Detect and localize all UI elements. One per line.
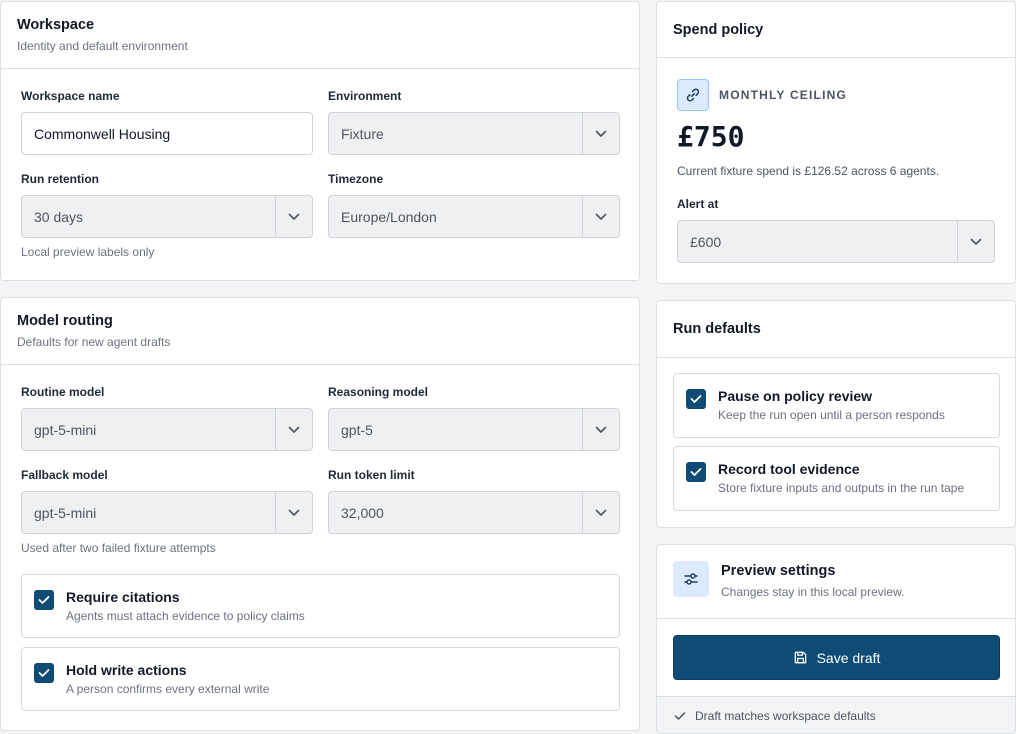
workspace-card-header: Workspace Identity and default environme… [1,2,639,69]
model-routing-subtitle: Defaults for new agent drafts [17,335,171,349]
save-draft-label: Save draft [816,649,881,666]
run-token-limit-select[interactable]: 32,000 [328,491,620,534]
pause-on-policy-review-checkbox[interactable] [686,389,706,409]
chevron-down-icon [958,221,994,262]
sliders-icon [673,561,709,597]
chevron-down-icon [583,492,619,533]
require-citations-desc: Agents must attach evidence to policy cl… [66,609,305,623]
fallback-model-label: Fallback model [21,468,108,482]
workspace-name-value: Commonwell Housing [34,126,171,142]
link-icon [677,79,709,111]
fallback-model-value: gpt-5-mini [34,505,97,521]
hold-write-actions-checkbox[interactable] [34,663,54,683]
hold-write-actions-option[interactable]: Hold write actions A person confirms eve… [21,647,620,711]
preview-settings-card: Preview settings Changes stay in this lo… [656,544,1016,734]
record-tool-evidence-option[interactable]: Record tool evidence Store fixture input… [673,446,1000,511]
run-retention-select[interactable]: 30 days [21,195,313,238]
workspace-card: Workspace Identity and default environme… [0,1,640,281]
reasoning-model-label: Reasoning model [328,385,429,399]
check-icon [674,712,686,720]
spend-policy-card: Spend policy MONTHLY CEILING £750 Curren… [656,1,1016,284]
run-defaults-title: Run defaults [673,321,761,337]
alert-at-select[interactable]: £600 [677,220,995,263]
run-token-limit-value: 32,000 [341,505,384,521]
require-citations-checkbox[interactable] [34,590,54,610]
check-icon [690,468,702,476]
timezone-value: Europe/London [341,209,437,225]
monthly-ceiling-amount: £750 [677,120,745,153]
preview-settings-subtitle: Changes stay in this local preview. [721,585,905,599]
check-icon [38,669,50,677]
workspace-name-input[interactable]: Commonwell Housing [21,112,313,155]
check-icon [38,596,50,604]
environment-label: Environment [328,89,402,103]
model-routing-hint: Used after two failed fixture attempts [21,541,216,555]
record-tool-evidence-desc: Store fixture inputs and outputs in the … [718,481,965,495]
spend-policy-title: Spend policy [673,22,764,38]
workspace-hint: Local preview labels only [21,245,155,259]
workspace-name-label: Workspace name [21,89,120,103]
model-routing-card: Model routing Defaults for new agent dra… [0,297,640,731]
preview-status-bar: Draft matches workspace defaults [657,696,1015,733]
spend-note: Current fixture spend is £126.52 across … [677,164,940,178]
chevron-down-icon [583,196,619,237]
reasoning-model-select[interactable]: gpt-5 [328,408,620,451]
alert-at-label: Alert at [677,197,719,211]
environment-value: Fixture [341,126,384,142]
pause-on-policy-review-title: Pause on policy review [718,388,873,404]
workspace-subtitle: Identity and default environment [17,39,188,53]
require-citations-title: Require citations [66,589,180,605]
check-icon [690,395,702,403]
chevron-down-icon [276,409,312,450]
hold-write-actions-desc: A person confirms every external write [66,682,270,696]
save-draft-button[interactable]: Save draft [673,635,1000,680]
model-routing-title: Model routing [17,313,113,329]
reasoning-model-value: gpt-5 [341,422,373,438]
timezone-select[interactable]: Europe/London [328,195,620,238]
routine-model-label: Routine model [21,385,105,399]
run-retention-value: 30 days [34,209,84,225]
record-tool-evidence-title: Record tool evidence [718,461,860,477]
chevron-down-icon [583,409,619,450]
monthly-ceiling-label: MONTHLY CEILING [719,88,848,102]
save-icon [794,651,806,664]
routine-model-value: gpt-5-mini [34,422,97,438]
workspace-title: Workspace [17,17,95,33]
timezone-label: Timezone [328,172,384,186]
alert-at-value: £600 [690,234,722,250]
environment-select[interactable]: Fixture [328,112,620,155]
fallback-model-select[interactable]: gpt-5-mini [21,491,313,534]
preview-settings-title: Preview settings [721,563,836,579]
preview-status-text: Draft matches workspace defaults [695,709,876,723]
chevron-down-icon [583,113,619,154]
chevron-down-icon [276,196,312,237]
run-retention-label: Run retention [21,172,99,186]
routine-model-select[interactable]: gpt-5-mini [21,408,313,451]
chevron-down-icon [276,492,312,533]
run-defaults-card: Run defaults Pause on policy review Keep… [656,300,1016,528]
preview-settings-header: Preview settings Changes stay in this lo… [657,545,1015,619]
run-defaults-header: Run defaults [657,301,1015,358]
require-citations-option[interactable]: Require citations Agents must attach evi… [21,574,620,638]
record-tool-evidence-checkbox[interactable] [686,462,706,482]
hold-write-actions-title: Hold write actions [66,662,187,678]
model-routing-header: Model routing Defaults for new agent dra… [1,298,639,365]
pause-on-policy-review-option[interactable]: Pause on policy review Keep the run open… [673,373,1000,438]
spend-policy-header: Spend policy [657,2,1015,58]
pause-on-policy-review-desc: Keep the run open until a person respond… [718,408,945,422]
run-token-limit-label: Run token limit [328,468,415,482]
